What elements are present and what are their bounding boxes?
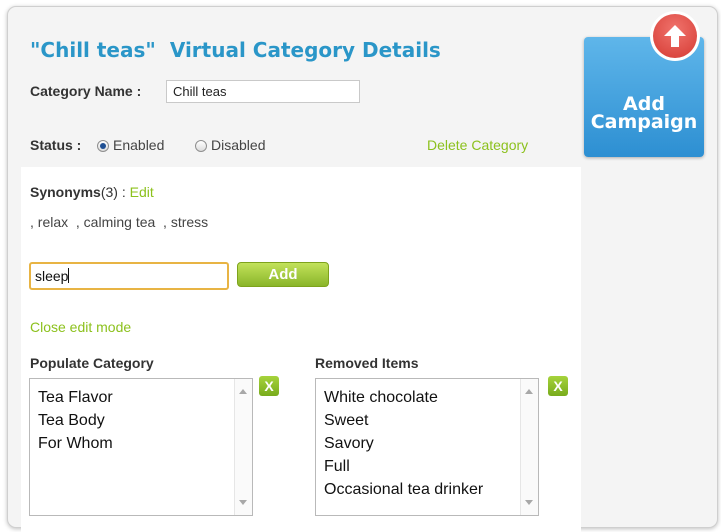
list-item[interactable]: For Whom — [38, 432, 113, 455]
title-category-name: "Chill teas" — [30, 38, 156, 62]
delete-category-link[interactable]: Delete Category — [427, 137, 528, 153]
title-text: Virtual Category Details — [169, 38, 441, 62]
scroll-down-icon[interactable] — [525, 500, 533, 505]
list-item[interactable]: Full — [324, 455, 483, 478]
populate-category-heading: Populate Category — [30, 355, 154, 371]
list-item[interactable]: Tea Flavor — [38, 386, 113, 409]
synonyms-list: , relax , calming tea , stress — [30, 214, 209, 230]
category-name-label: Category Name : — [30, 83, 142, 99]
removed-items: White chocolate Sweet Savory Full Occasi… — [324, 386, 483, 501]
scroll-up-icon[interactable] — [239, 389, 247, 394]
up-arrow-glyph — [664, 25, 686, 47]
status-disabled-label[interactable]: Disabled — [211, 137, 265, 153]
page-title: "Chill teas" Virtual Category Details — [30, 38, 441, 62]
scroll-down-icon[interactable] — [239, 500, 247, 505]
synonyms-header: Synonyms(3) : Edit — [30, 184, 154, 200]
category-name-input[interactable]: Chill teas — [166, 80, 360, 103]
list-item[interactable]: White chocolate — [324, 386, 483, 409]
add-campaign-line2: Campaign — [590, 111, 698, 133]
removed-remove-button[interactable]: X — [548, 376, 568, 396]
scrollbar[interactable] — [234, 379, 252, 515]
status-label: Status : — [30, 137, 82, 153]
list-item[interactable]: Savory — [324, 432, 483, 455]
add-synonym-button[interactable]: Add — [237, 262, 329, 287]
synonyms-label: Synonyms — [30, 184, 101, 200]
populate-category-list[interactable]: Tea Flavor Tea Body For Whom — [29, 378, 253, 516]
scrollbar[interactable] — [520, 379, 538, 515]
list-item[interactable]: Occasional tea drinker — [324, 478, 483, 501]
scroll-up-icon[interactable] — [525, 389, 533, 394]
status-enabled-radio[interactable] — [97, 140, 109, 152]
populate-remove-button[interactable]: X — [259, 376, 279, 396]
synonym-input[interactable]: sleep — [29, 262, 229, 290]
synonyms-separator: : — [117, 184, 130, 200]
list-item[interactable]: Sweet — [324, 409, 483, 432]
removed-items-heading: Removed Items — [315, 355, 419, 371]
synonyms-edit-link[interactable]: Edit — [130, 184, 154, 200]
synonyms-count: (3) — [100, 184, 118, 200]
up-arrow-icon[interactable] — [650, 11, 700, 61]
text-cursor — [68, 268, 70, 283]
removed-items-list[interactable]: White chocolate Sweet Savory Full Occasi… — [315, 378, 539, 516]
populate-items: Tea Flavor Tea Body For Whom — [38, 386, 113, 455]
synonym-input-value: sleep — [35, 268, 69, 284]
close-edit-mode-link[interactable]: Close edit mode — [30, 319, 131, 335]
status-enabled-label[interactable]: Enabled — [113, 137, 164, 153]
list-item[interactable]: Tea Body — [38, 409, 113, 432]
add-campaign-label: Add Campaign — [584, 95, 704, 133]
status-disabled-radio[interactable] — [195, 140, 207, 152]
